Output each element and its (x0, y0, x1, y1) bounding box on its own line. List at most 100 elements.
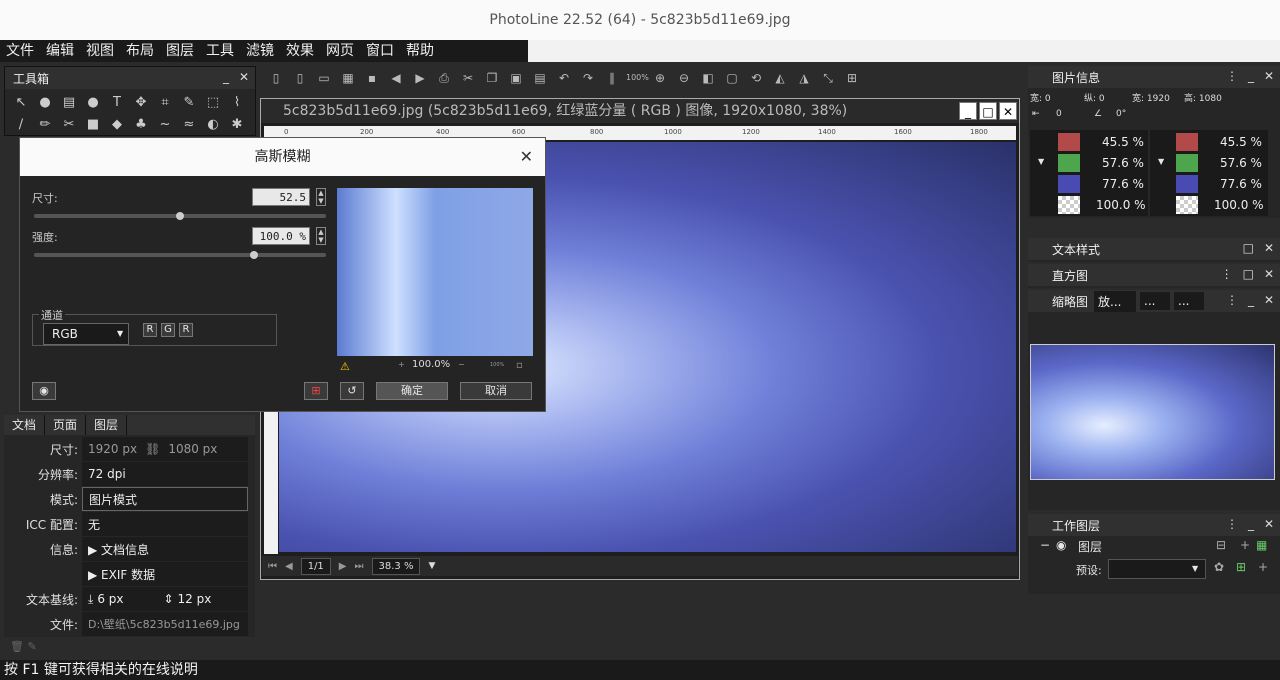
print-icon[interactable]: ⎙ (434, 68, 454, 88)
strength-slider[interactable] (34, 251, 326, 259)
chevron-down-icon[interactable]: ▼ (1038, 157, 1044, 166)
compare-icon[interactable]: ⊞ (304, 382, 328, 400)
channel-button-r[interactable]: R (143, 323, 157, 337)
close-icon[interactable]: ✕ (239, 70, 249, 84)
menu-file[interactable]: 文件 (0, 40, 40, 62)
new-page-icon[interactable]: ▯ (290, 68, 310, 88)
chevron-down-icon[interactable]: ▼ (117, 329, 123, 338)
tab-layers[interactable]: 图层 (86, 415, 128, 435)
thumbnail-tab-2[interactable]: ... (1140, 292, 1171, 310)
fit-window-icon[interactable]: ◧ (698, 68, 718, 88)
delete-layer-icon[interactable]: ⊟ (1216, 538, 1226, 552)
prev-page-icon[interactable]: ◀ (285, 561, 293, 572)
new-document-icon[interactable]: ▯ (266, 68, 286, 88)
menu-icon[interactable]: ⋮ (1221, 267, 1233, 281)
brush-tool-icon[interactable]: ∕ (11, 115, 31, 135)
transform-icon[interactable]: ⟲ (746, 68, 766, 88)
thumbnail-zoom-tab[interactable]: 放... (1094, 290, 1137, 312)
zoom-in-icon[interactable]: ⊕ (650, 68, 670, 88)
close-icon[interactable]: ✕ (999, 102, 1017, 120)
close-icon[interactable]: ✕ (520, 138, 533, 176)
gradient-tool-icon[interactable]: ▤ (59, 93, 79, 113)
zoom-out-icon[interactable]: ⊖ (674, 68, 694, 88)
doc-info-expander[interactable]: ▶ 文档信息 (82, 537, 248, 561)
eye-icon[interactable]: ◉ (1056, 538, 1066, 552)
channel-button-g[interactable]: G (161, 323, 175, 337)
lasso-tool-icon[interactable]: ⌇ (227, 93, 247, 113)
baseline1-value[interactable]: 6 px (97, 592, 123, 606)
resize-icon[interactable]: ⤡ (818, 68, 838, 88)
exif-expander[interactable]: ▶ EXIF 数据 (82, 562, 248, 586)
move-tool-icon[interactable]: ✥ (131, 93, 151, 113)
chevron-down-icon[interactable]: ▼ (428, 561, 435, 571)
paste-special-icon[interactable]: ▤ (530, 68, 550, 88)
reset-icon[interactable]: ↺ (340, 382, 364, 400)
menu-edit[interactable]: 编辑 (40, 40, 80, 62)
menu-view[interactable]: 视图 (80, 40, 120, 62)
select-tool-icon[interactable]: ↖ (11, 93, 31, 113)
eyedropper-tool-icon[interactable]: ✎ (179, 93, 199, 113)
strength-slider-knob[interactable] (249, 251, 258, 259)
cut-icon[interactable]: ✂ (458, 68, 478, 88)
stamp-tool-icon[interactable]: ♣ (131, 115, 151, 135)
back-icon[interactable]: ◀ (386, 68, 406, 88)
add-icon[interactable]: + (1258, 560, 1268, 574)
height-value[interactable]: 1080 px (168, 442, 217, 456)
text-tool-icon[interactable]: T (107, 93, 127, 113)
close-icon[interactable]: ✕ (1264, 69, 1274, 83)
ruler-icon[interactable]: ∥ (602, 68, 622, 88)
gear-icon[interactable]: ✿ (1214, 560, 1224, 574)
eye-icon[interactable]: ◉ (32, 382, 56, 400)
paste-icon[interactable]: ▣ (506, 68, 526, 88)
tab-page[interactable]: 页面 (45, 415, 87, 435)
clone-tool-icon[interactable]: ✂ (59, 115, 79, 135)
rect-tool-icon[interactable]: ■ (83, 115, 103, 135)
resolution-value[interactable]: 72 dpi (82, 462, 248, 486)
close-icon[interactable]: ✕ (1264, 267, 1274, 281)
icc-value[interactable]: 无 (82, 512, 248, 536)
circle-tool-icon[interactable]: ● (83, 93, 103, 113)
size-slider[interactable] (34, 212, 326, 220)
menu-tools[interactable]: 工具 (200, 40, 240, 62)
crop-tool-icon[interactable]: ⌗ (155, 93, 175, 113)
chevron-down-icon[interactable]: ▼ (1158, 157, 1164, 166)
size-spinner[interactable]: ▲ ▼ (316, 188, 326, 206)
smudge-tool-icon[interactable]: ~ (155, 115, 175, 135)
last-page-icon[interactable]: ⏭ (355, 561, 364, 572)
cancel-button[interactable]: 取消 (460, 382, 532, 400)
pencil-tool-icon[interactable]: ✏ (35, 115, 55, 135)
baseline2-value[interactable]: 12 px (178, 592, 212, 606)
grid-icon[interactable]: ⊞ (842, 68, 862, 88)
fit-preview-icon[interactable]: ▫ (516, 360, 523, 371)
undo-icon[interactable]: ↶ (554, 68, 574, 88)
redo-icon[interactable]: ↷ (578, 68, 598, 88)
strength-spinner[interactable]: ▲ ▼ (316, 227, 326, 245)
forward-icon[interactable]: ▶ (410, 68, 430, 88)
preview-mini-zoom[interactable]: 100% (490, 362, 504, 368)
zoom-100-icon[interactable]: 100% (626, 68, 649, 88)
menu-layer[interactable]: 图层 (160, 40, 200, 62)
grid-icon[interactable]: ▦ (1256, 538, 1267, 552)
save-icon[interactable]: ▦ (338, 68, 358, 88)
menu-help[interactable]: 帮助 (400, 40, 440, 62)
menu-icon[interactable]: ⋮ (1226, 69, 1238, 83)
thumbnail-tab-3[interactable]: ... (1174, 292, 1205, 310)
file-value[interactable]: D:\壁纸\5c823b5d11e69.jpg (82, 612, 248, 636)
zoom-field[interactable]: 38.3 % (371, 557, 421, 575)
marquee-tool-icon[interactable]: ⬚ (203, 93, 223, 113)
mode-select[interactable]: 图片模式 (82, 487, 248, 511)
size-slider-knob[interactable] (176, 212, 184, 220)
grid-icon[interactable]: ⊞ (1236, 560, 1246, 574)
minimize-icon[interactable]: _ (1248, 293, 1254, 307)
fill-tool-icon[interactable]: ◆ (107, 115, 127, 135)
ellipse-tool-icon[interactable]: ● (35, 93, 55, 113)
copy-icon[interactable]: ❐ (482, 68, 502, 88)
page-indicator[interactable]: 1/1 (300, 557, 331, 575)
strength-input[interactable]: 100.0 % (252, 227, 310, 245)
minimize-icon[interactable]: _ (223, 70, 229, 84)
flip-horizontal-icon[interactable]: ◭ (770, 68, 790, 88)
collapse-icon[interactable]: − (1040, 538, 1050, 552)
menu-icon[interactable]: ⋮ (1226, 517, 1238, 531)
close-icon[interactable]: ✕ (1264, 241, 1274, 255)
close-icon[interactable]: ✕ (1264, 293, 1274, 307)
